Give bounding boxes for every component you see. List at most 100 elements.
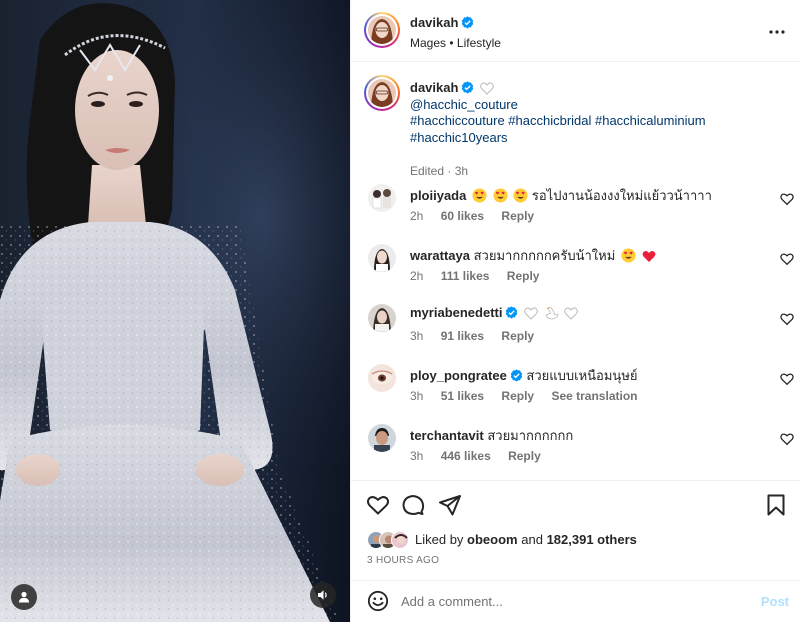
see-translation-button[interactable]: See translation xyxy=(551,389,637,403)
location-text[interactable]: Mages xyxy=(410,36,446,50)
comment-likes[interactable]: 60 likes xyxy=(441,209,484,223)
user-icon xyxy=(18,591,30,603)
comment-time[interactable]: 3h xyxy=(410,389,423,403)
white-heart-icon xyxy=(480,82,494,95)
liker-avatar xyxy=(391,531,409,549)
likers-avatars xyxy=(367,531,411,549)
like-comment-heart-icon[interactable] xyxy=(780,192,794,206)
comment-meta: 3h 91 likes Reply xyxy=(410,329,548,343)
category-text[interactable]: Lifestyle xyxy=(457,36,501,50)
white-heart-emoji-icon xyxy=(564,307,579,323)
comment-time[interactable]: 2h xyxy=(410,209,423,223)
comment-item: terchantavit สวยมากกกกกก 3h 446 likes Re… xyxy=(364,424,794,472)
verified-badge-icon xyxy=(462,81,474,94)
like-comment-heart-icon[interactable] xyxy=(780,372,794,386)
more-options-button[interactable] xyxy=(767,22,787,42)
comments-scroll-area[interactable]: davikah @hacchic_couture #hacchiccouture… xyxy=(351,62,800,480)
audio-toggle-button[interactable] xyxy=(310,582,336,608)
emoji-picker-icon[interactable] xyxy=(367,590,389,612)
speaker-icon xyxy=(318,590,327,600)
post-timestamp[interactable]: 3 HOURS AGO xyxy=(367,555,439,566)
like-comment-heart-icon[interactable] xyxy=(780,252,794,266)
post-sidebar: davikah Mages • Lifestyle davikah @hacch… xyxy=(350,0,800,622)
hashtags-link[interactable]: #hacchiccouture #hacchicbridal #hacchica… xyxy=(410,113,706,128)
comment-username[interactable]: myriabenedetti xyxy=(410,305,502,320)
reply-button[interactable]: Reply xyxy=(501,329,534,343)
caption-edited-time: Edited · 3h xyxy=(410,164,469,178)
comment-username[interactable]: ploiiyada xyxy=(410,188,466,203)
comment-item: ploiiyada รอไปงานน้องงงใหม่แย้ววน้าาาา 2… xyxy=(364,184,794,232)
comment-body: รอไปงานน้องงงใหม่แย้ววน้าาาา xyxy=(531,188,712,203)
commenter-avatar[interactable] xyxy=(368,364,396,392)
post-comment-button[interactable]: Post xyxy=(761,594,789,609)
comment-likes[interactable]: 51 likes xyxy=(441,389,484,403)
tagged-users-button[interactable] xyxy=(11,584,37,610)
reply-button[interactable]: Reply xyxy=(501,209,534,223)
red-heart-emoji-icon xyxy=(642,250,656,266)
likes-text: Liked by obeoom and 182,391 others xyxy=(415,532,637,547)
comment-text: ploy_pongratee สวยแบบเหนือมนุษย์ xyxy=(410,365,638,386)
hashtag-link[interactable]: #hacchic10years xyxy=(410,130,508,145)
comment-meta: 3h 51 likes Reply See translation xyxy=(410,389,651,403)
commenter-avatar[interactable] xyxy=(368,304,396,332)
avatar-image xyxy=(368,364,396,392)
like-comment-heart-icon[interactable] xyxy=(780,312,794,326)
avatar-image xyxy=(368,16,396,44)
likes-and: and xyxy=(521,532,543,547)
like-heart-icon[interactable] xyxy=(366,493,390,517)
post-dialog: davikah Mages • Lifestyle davikah @hacch… xyxy=(0,0,800,622)
author-avatar[interactable] xyxy=(364,12,400,48)
comment-time[interactable]: 3h xyxy=(410,329,423,343)
verified-badge-icon xyxy=(506,306,518,319)
comment-body: สวยมากกกกกครับน้าใหม่ xyxy=(473,248,616,263)
reply-button[interactable]: Reply xyxy=(501,389,534,403)
likes-count[interactable]: 182,391 others xyxy=(547,532,637,547)
white-heart-emoji-icon xyxy=(524,307,538,323)
save-bookmark-icon[interactable] xyxy=(764,493,788,517)
add-comment-input[interactable] xyxy=(401,589,741,613)
caption-avatar[interactable] xyxy=(364,75,400,111)
heart-eyes-emoji-icon xyxy=(621,248,636,266)
separator-dot: • xyxy=(449,36,454,50)
post-header: davikah Mages • Lifestyle xyxy=(351,0,800,62)
likes-prefix: Liked by xyxy=(415,532,464,547)
comment-likes[interactable]: 111 likes xyxy=(441,269,490,283)
comment-likes[interactable]: 91 likes xyxy=(441,329,484,343)
verified-badge-icon xyxy=(462,16,474,29)
comment-username[interactable]: warattaya xyxy=(410,248,470,263)
avatar-image xyxy=(368,424,396,452)
like-comment-heart-icon[interactable] xyxy=(780,432,794,446)
comment-meta: 2h 60 likes Reply xyxy=(410,209,548,223)
reply-button[interactable]: Reply xyxy=(508,449,541,463)
comment-item: warattaya สวยมากกกกกครับน้าใหม่ 2h 111 l… xyxy=(364,244,794,292)
share-send-icon[interactable] xyxy=(438,493,462,517)
comment-time[interactable]: 3h xyxy=(410,449,423,463)
post-media[interactable] xyxy=(0,0,350,622)
commenter-avatar[interactable] xyxy=(368,184,396,212)
post-location[interactable]: Mages • Lifestyle xyxy=(410,36,501,50)
comment-bubble-icon[interactable] xyxy=(401,493,425,517)
bride-photo xyxy=(0,0,350,622)
comment-item: myriabenedetti 3h 91 likes Reply xyxy=(364,304,794,352)
comment-likes[interactable]: 446 likes xyxy=(441,449,491,463)
comment-body: สวยแบบเหนือมนุษย์ xyxy=(526,368,638,383)
comment-text: myriabenedetti xyxy=(410,305,579,323)
caption-username[interactable]: davikah xyxy=(410,80,458,95)
swan-emoji-icon xyxy=(544,306,559,323)
comment-username[interactable]: ploy_pongratee xyxy=(410,368,507,383)
author-username-text[interactable]: davikah xyxy=(410,15,458,30)
mention-link[interactable]: @hacchic_couture xyxy=(410,97,518,112)
avatar-image xyxy=(368,79,396,107)
liker-username[interactable]: obeoom xyxy=(467,532,518,547)
verified-badge-icon xyxy=(510,369,523,382)
comment-text: warattaya สวยมากกกกกครับน้าใหม่ xyxy=(410,245,656,266)
comment-username[interactable]: terchantavit xyxy=(410,428,484,443)
comment-meta: 3h 446 likes Reply xyxy=(410,449,555,463)
comment-time[interactable]: 2h xyxy=(410,269,423,283)
author-username[interactable]: davikah xyxy=(410,15,474,30)
commenter-avatar[interactable] xyxy=(368,244,396,272)
caption-text: davikah @hacchic_couture #hacchiccouture… xyxy=(410,80,760,146)
reply-button[interactable]: Reply xyxy=(507,269,540,283)
avatar-image xyxy=(368,244,396,272)
commenter-avatar[interactable] xyxy=(368,424,396,452)
